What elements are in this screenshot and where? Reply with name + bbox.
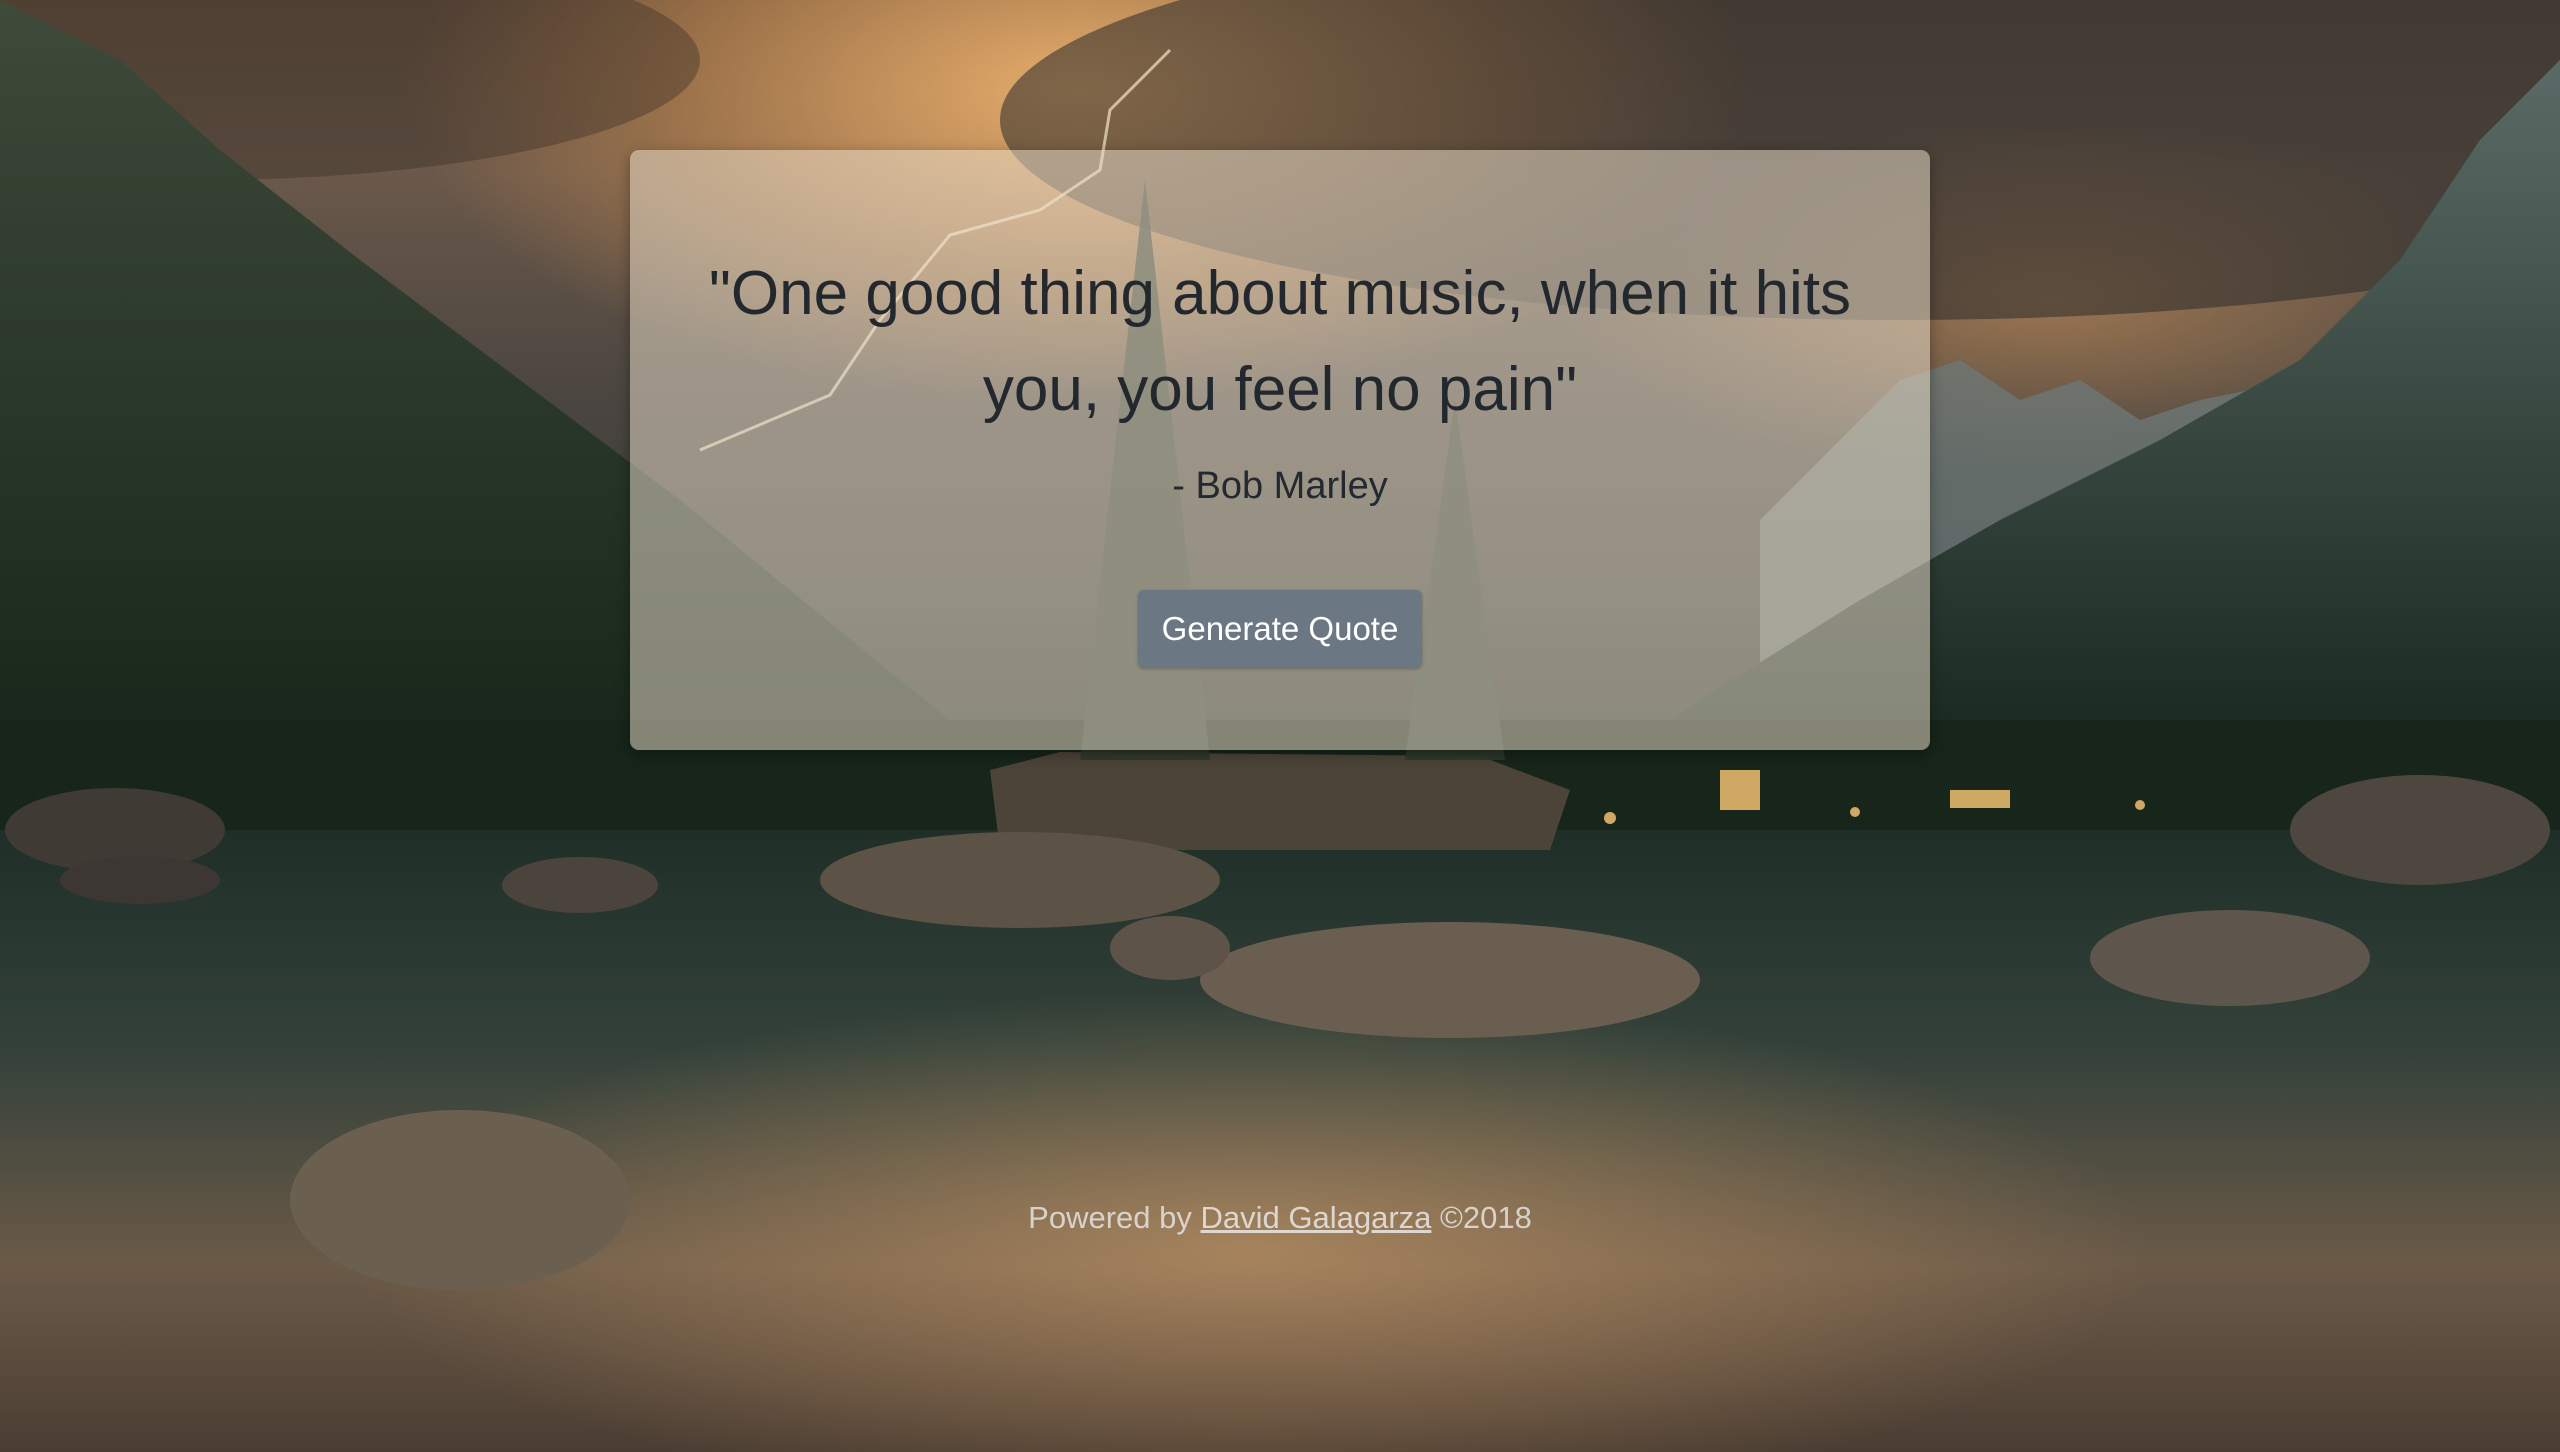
footer-copyright: ©2018 bbox=[1440, 1200, 1532, 1235]
footer-author-link[interactable]: David Galagarza bbox=[1201, 1200, 1432, 1235]
quote-text: "One good thing about music, when it hit… bbox=[708, 259, 1852, 424]
footer-prefix: Powered by bbox=[1028, 1200, 1192, 1235]
footer: Powered by David Galagarza ©2018 bbox=[0, 1196, 2560, 1240]
quote-card: "One good thing about music, when it hit… bbox=[630, 150, 1930, 750]
generate-quote-button[interactable]: Generate Quote bbox=[1138, 590, 1422, 668]
quote-author: - Bob Marley bbox=[1172, 465, 1388, 507]
